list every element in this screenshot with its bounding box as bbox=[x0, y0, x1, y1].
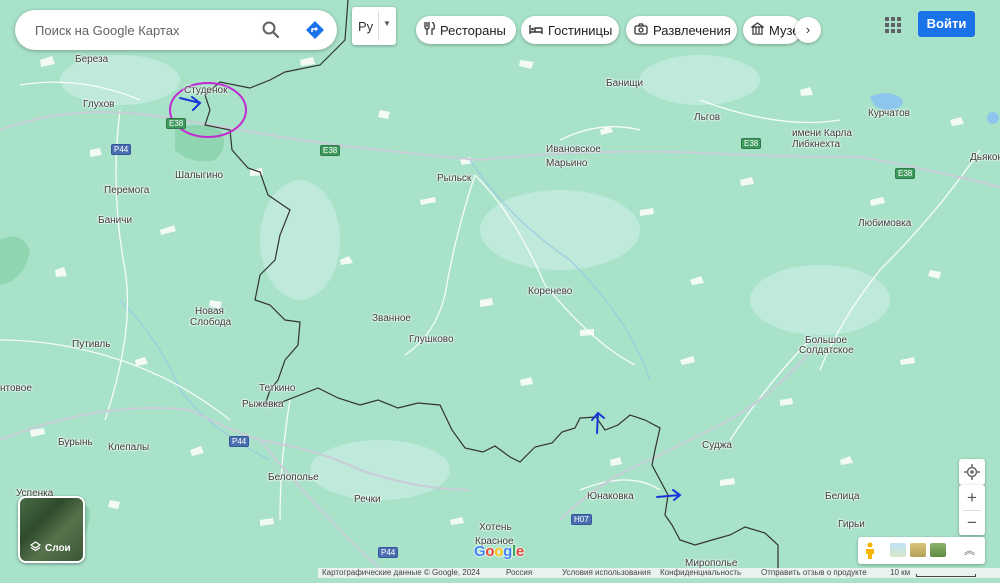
place-label: Бурынь bbox=[58, 437, 93, 448]
search-icon[interactable] bbox=[261, 20, 281, 40]
privacy-link[interactable]: Конфиденциальность bbox=[660, 568, 741, 578]
route-shield: P44 bbox=[229, 436, 250, 447]
zoom-out-button[interactable]: − bbox=[959, 510, 985, 535]
route-shield: E38 bbox=[166, 118, 187, 129]
apps-grid-icon[interactable] bbox=[884, 16, 902, 34]
chip-label: Развлечения bbox=[653, 22, 731, 38]
zoom-in-button[interactable]: + bbox=[959, 485, 985, 510]
camera-icon bbox=[634, 22, 648, 38]
place-label: имени Карла bbox=[792, 128, 852, 139]
search-box[interactable] bbox=[15, 10, 337, 50]
place-label: Рыльск bbox=[437, 173, 472, 184]
chevron-right-icon[interactable]: › bbox=[795, 17, 821, 43]
bottom-tools-strip: ︽ bbox=[858, 537, 985, 564]
directions-icon[interactable] bbox=[305, 20, 325, 40]
place-label: Банищи bbox=[606, 78, 644, 89]
place-label: Рыжевка bbox=[242, 399, 284, 410]
map-thumbnail-traffic[interactable] bbox=[930, 543, 946, 557]
caret-down-icon: ▼ bbox=[383, 19, 391, 28]
map-data-text: Картографические данные © Google, 2024 bbox=[322, 568, 481, 577]
language-value: Ру bbox=[358, 19, 374, 34]
route-shield: P44 bbox=[111, 144, 132, 155]
route-shield: E38 bbox=[895, 168, 916, 179]
map-thumbnail-satellite[interactable] bbox=[910, 543, 926, 557]
chip-entertainment[interactable]: Развлечения bbox=[626, 16, 737, 44]
route-shield: H07 bbox=[571, 514, 592, 525]
place-label: Белополье bbox=[268, 472, 319, 483]
divider bbox=[378, 11, 379, 41]
route-shield: E38 bbox=[320, 145, 341, 156]
feedback-link[interactable]: Отправить отзыв о продукте bbox=[761, 568, 867, 578]
place-label: Глухов bbox=[83, 99, 115, 110]
map-thumbnail-terrain[interactable] bbox=[890, 543, 906, 557]
place-label: Путивль bbox=[72, 339, 111, 350]
place-label: Береза bbox=[75, 54, 109, 65]
place-label: Хотень bbox=[479, 522, 512, 533]
place-label: Студенок bbox=[184, 85, 228, 96]
place-label: Ивановское bbox=[546, 144, 601, 155]
google-logo: Google bbox=[474, 543, 524, 560]
country-link[interactable]: Россия bbox=[506, 568, 532, 578]
layers-icon bbox=[29, 541, 42, 555]
sign-in-button[interactable]: Войти bbox=[918, 11, 975, 37]
place-label: Перемога bbox=[104, 185, 150, 196]
fork-knife-icon bbox=[424, 21, 435, 38]
language-select[interactable]: Ру ▼ bbox=[352, 7, 396, 45]
chip-restaurants[interactable]: Рестораны bbox=[416, 16, 516, 44]
place-label: Юнаковка bbox=[587, 491, 634, 502]
chip-label: Гостиницы bbox=[548, 22, 613, 38]
search-input[interactable] bbox=[35, 21, 255, 39]
place-label: Шалыгино bbox=[175, 170, 224, 181]
chip-museums[interactable]: Музе bbox=[743, 16, 801, 44]
layers-label-row: Слои bbox=[29, 541, 71, 555]
place-label: Солдатское bbox=[799, 345, 854, 356]
my-location-button[interactable] bbox=[959, 459, 985, 485]
bed-icon bbox=[529, 23, 543, 38]
chip-hotels[interactable]: Гостиницы bbox=[521, 16, 619, 44]
route-shield: E38 bbox=[741, 138, 762, 149]
place-label: Гирьи bbox=[838, 519, 865, 530]
place-label: Речки bbox=[354, 494, 381, 505]
scale-label[interactable]: 10 км bbox=[890, 568, 910, 578]
place-label: Суджа bbox=[702, 440, 732, 451]
place-label: Коренево bbox=[528, 286, 573, 297]
place-label: Слобода bbox=[190, 317, 232, 328]
place-label: Любимовка bbox=[858, 218, 912, 229]
place-label: Глушково bbox=[409, 334, 454, 345]
scale-bar bbox=[916, 574, 976, 577]
attribution-bar: Картографические данные © Google, 2024 Р… bbox=[318, 568, 1000, 578]
layers-button[interactable]: Слои bbox=[18, 496, 85, 563]
place-label: нтовое bbox=[0, 383, 32, 394]
pegman-icon[interactable] bbox=[864, 542, 876, 559]
place-label: Клепалы bbox=[108, 442, 150, 453]
place-label: Теткино bbox=[259, 383, 296, 394]
chevron-up-icon[interactable]: ︽ bbox=[964, 542, 975, 558]
layers-label: Слои bbox=[45, 542, 71, 554]
place-label: Баничи bbox=[98, 215, 133, 226]
chip-label: Рестораны bbox=[440, 22, 506, 38]
terms-link[interactable]: Условия использования bbox=[562, 568, 651, 578]
place-label: Марьино bbox=[546, 158, 588, 169]
zoom-controls: + − bbox=[959, 485, 985, 535]
route-shield: P44 bbox=[378, 547, 399, 558]
place-label: Новая bbox=[195, 306, 224, 317]
place-label: Дьяконо bbox=[970, 152, 1000, 163]
place-label: Льгов bbox=[694, 112, 721, 123]
place-label: Званное bbox=[372, 313, 411, 324]
my-location-icon bbox=[964, 464, 980, 484]
place-label: Белица bbox=[825, 491, 860, 502]
place-label: Либкнехта bbox=[792, 139, 841, 150]
place-label: Курчатов bbox=[868, 108, 910, 119]
museum-icon bbox=[750, 22, 765, 38]
